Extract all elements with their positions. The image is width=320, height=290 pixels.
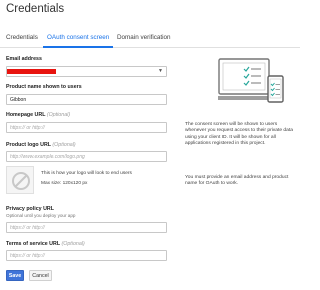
homepage-label-text: Homepage URL [6, 112, 46, 118]
privacy-sublabel: Optional until you deploy your app [6, 213, 76, 218]
terms-field[interactable]: https:// or http:// [6, 250, 167, 261]
logo-hint-line1: This is how your logo will look to end u… [41, 171, 132, 176]
email-redacted [7, 69, 56, 74]
homepage-label: Homepage URL (Optional) [6, 112, 70, 118]
page-title: Credentials [6, 3, 65, 15]
tab-oauth-consent-screen[interactable]: OAuth consent screen [47, 34, 109, 41]
logo-url-field[interactable]: http://www.example.com/logo.png [6, 151, 167, 162]
caret-down-icon[interactable]: ▼ [158, 68, 163, 74]
tab-bar: Credentials OAuth consent screen Domain … [0, 31, 300, 48]
privacy-label: Privacy policy URL [6, 206, 54, 212]
active-tab-underline [43, 46, 113, 48]
terms-optional: (Optional) [61, 241, 85, 247]
privacy-field[interactable]: https:// or http:// [6, 222, 167, 233]
info-paragraph-2: You must provide an email address and pr… [185, 175, 289, 187]
product-name-label: Product name shown to users [6, 84, 82, 90]
logo-preview [6, 166, 34, 194]
terms-label-text: Terms of service URL [6, 241, 60, 247]
tab-credentials[interactable]: Credentials [6, 34, 38, 41]
product-name-field[interactable]: Gibbon [6, 94, 167, 105]
logo-url-label-text: Product logo URL [6, 142, 51, 148]
homepage-optional: (Optional) [46, 112, 71, 118]
save-button[interactable]: Save [6, 270, 24, 281]
tab-domain-verification[interactable]: Domain verification [117, 34, 171, 41]
logo-url-optional: (Optional) [52, 142, 76, 148]
info-paragraph-1: The consent screen will be shown to user… [185, 122, 293, 146]
cancel-button[interactable]: Cancel [29, 270, 52, 281]
terms-label: Terms of service URL (Optional) [6, 241, 85, 247]
logo-hint-line2: Max size: 120x120 px [41, 181, 88, 186]
email-label: Email address [6, 56, 42, 62]
no-image-icon [12, 172, 30, 190]
laptop-and-phone-checklist-icon [218, 58, 284, 103]
logo-url-label: Product logo URL (Optional) [6, 142, 76, 148]
homepage-field[interactable]: https:// or http:// [6, 122, 167, 133]
